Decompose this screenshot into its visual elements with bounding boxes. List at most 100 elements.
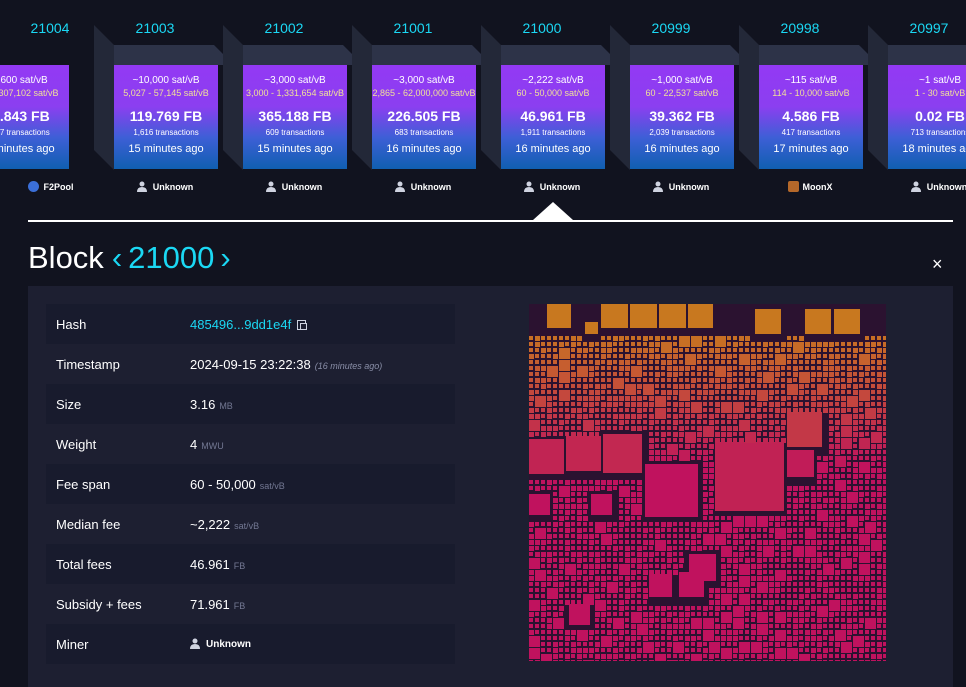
- transaction-square[interactable]: [835, 432, 840, 437]
- transaction-square[interactable]: [583, 570, 587, 574]
- transaction-square[interactable]: [661, 636, 665, 640]
- transaction-square[interactable]: [631, 420, 635, 424]
- transaction-square[interactable]: [823, 642, 827, 646]
- transaction-square[interactable]: [607, 384, 611, 388]
- transaction-square[interactable]: [595, 486, 600, 491]
- transaction-square[interactable]: [739, 564, 750, 575]
- transaction-square[interactable]: [757, 426, 762, 431]
- transaction-square[interactable]: [841, 492, 846, 497]
- transaction-square[interactable]: [703, 354, 707, 358]
- transaction-square[interactable]: [649, 456, 654, 461]
- transaction-square[interactable]: [871, 600, 876, 605]
- transaction-square[interactable]: [607, 660, 611, 661]
- transaction-square[interactable]: [871, 396, 875, 400]
- transaction-square[interactable]: [607, 558, 611, 562]
- transaction-square[interactable]: [715, 354, 720, 359]
- transaction-square[interactable]: [541, 588, 545, 592]
- transaction-square[interactable]: [649, 564, 653, 568]
- transaction-square[interactable]: [559, 360, 570, 371]
- transaction-square[interactable]: [859, 438, 870, 449]
- transaction-square[interactable]: [727, 390, 731, 394]
- transaction-square[interactable]: [697, 528, 702, 533]
- transaction-square[interactable]: [793, 582, 797, 586]
- transaction-square[interactable]: [583, 654, 587, 658]
- transaction-square[interactable]: [607, 648, 611, 652]
- transaction-square[interactable]: [871, 558, 875, 562]
- transaction-square[interactable]: [583, 408, 587, 412]
- transaction-square[interactable]: [529, 582, 533, 586]
- transaction-square[interactable]: [637, 540, 641, 544]
- transaction-square[interactable]: [859, 510, 863, 514]
- transaction-square[interactable]: [553, 558, 557, 562]
- transaction-square[interactable]: [787, 534, 791, 538]
- transaction-square[interactable]: [877, 576, 881, 580]
- transaction-square[interactable]: [709, 546, 713, 550]
- transaction-square[interactable]: [835, 630, 846, 641]
- transaction-square[interactable]: [817, 636, 822, 641]
- transaction-square[interactable]: [775, 552, 779, 556]
- transaction-square[interactable]: [841, 624, 846, 629]
- transaction-square[interactable]: [835, 366, 840, 371]
- transaction-square[interactable]: [811, 492, 816, 497]
- transaction-square[interactable]: [841, 390, 845, 394]
- transaction-square[interactable]: [703, 468, 708, 473]
- transaction-square[interactable]: [799, 612, 804, 617]
- transaction-square[interactable]: [619, 372, 623, 376]
- transaction-square[interactable]: [871, 372, 875, 376]
- transaction-square[interactable]: [571, 528, 575, 532]
- transaction-square[interactable]: [799, 588, 803, 592]
- transaction-square[interactable]: [541, 420, 545, 424]
- transaction-square[interactable]: [769, 348, 773, 352]
- transaction-square[interactable]: [613, 612, 617, 616]
- transaction-square[interactable]: [607, 618, 612, 623]
- transaction-square[interactable]: [703, 342, 707, 346]
- transaction-square[interactable]: [871, 612, 875, 616]
- transaction-square[interactable]: [583, 594, 594, 605]
- transaction-square[interactable]: [577, 360, 581, 364]
- transaction-square[interactable]: [817, 384, 828, 395]
- transaction-square[interactable]: [793, 606, 797, 610]
- block-miner[interactable]: F2Pool: [0, 181, 106, 192]
- transaction-square[interactable]: [841, 354, 845, 358]
- transaction-square[interactable]: [775, 528, 786, 539]
- transaction-square[interactable]: [805, 594, 809, 598]
- transaction-square[interactable]: [853, 546, 858, 551]
- transaction-square[interactable]: [829, 480, 833, 484]
- transaction-square[interactable]: [577, 564, 581, 568]
- transaction-square[interactable]: [625, 510, 629, 514]
- transaction-square[interactable]: [775, 624, 779, 628]
- transaction-square[interactable]: [667, 360, 672, 365]
- transaction-square[interactable]: [883, 360, 886, 364]
- transaction-square[interactable]: [745, 660, 750, 661]
- transaction-square[interactable]: [727, 660, 731, 661]
- transaction-square[interactable]: [703, 360, 707, 364]
- transaction-square[interactable]: [547, 600, 551, 604]
- transaction-square[interactable]: [673, 534, 677, 538]
- transaction-square[interactable]: [763, 546, 774, 557]
- transaction-square[interactable]: [541, 432, 546, 437]
- transaction-square[interactable]: [793, 588, 797, 592]
- transaction-square[interactable]: [805, 309, 831, 334]
- transaction-square[interactable]: [829, 366, 834, 371]
- transaction-square[interactable]: [787, 372, 791, 376]
- transaction-square[interactable]: [805, 486, 809, 490]
- transaction-square[interactable]: [883, 468, 886, 472]
- transaction-square[interactable]: [847, 582, 851, 586]
- transaction-square[interactable]: [541, 654, 552, 661]
- transaction-square[interactable]: [769, 414, 773, 418]
- transaction-square[interactable]: [625, 552, 630, 557]
- transaction-square[interactable]: [571, 654, 575, 658]
- transaction-square[interactable]: [871, 630, 875, 634]
- transaction-square[interactable]: [841, 540, 845, 544]
- transaction-square[interactable]: [637, 480, 642, 485]
- transaction-square[interactable]: [559, 498, 563, 502]
- transaction-square[interactable]: [763, 654, 767, 658]
- transaction-square[interactable]: [595, 372, 599, 376]
- transaction-square[interactable]: [583, 642, 587, 646]
- transaction-square[interactable]: [667, 546, 672, 551]
- transaction-square[interactable]: [793, 342, 804, 353]
- transaction-square[interactable]: [607, 594, 611, 598]
- transaction-square[interactable]: [811, 516, 815, 520]
- transaction-square[interactable]: [829, 402, 833, 406]
- transaction-square[interactable]: [841, 654, 845, 658]
